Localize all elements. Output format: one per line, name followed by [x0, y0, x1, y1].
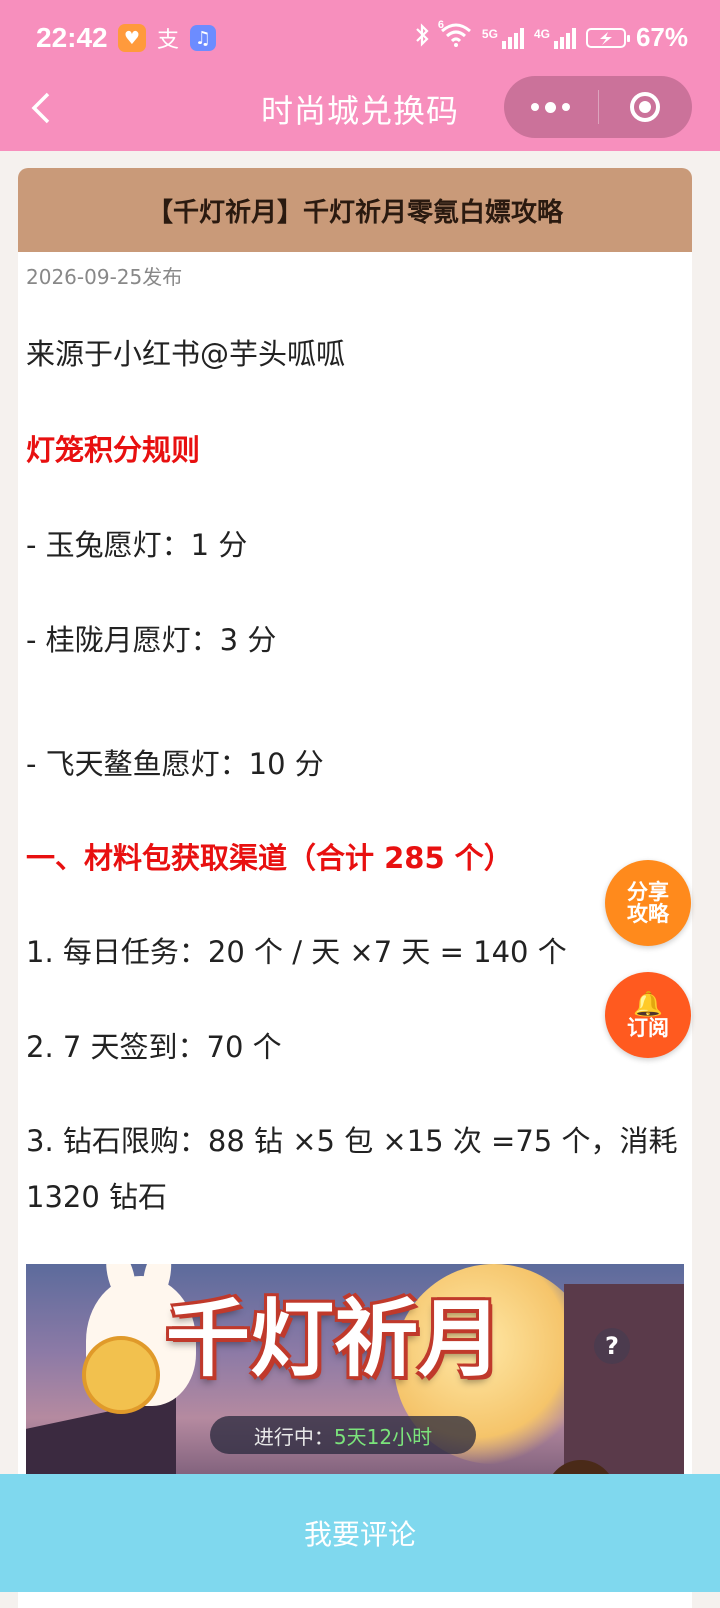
battery-percent: 67% [635, 22, 688, 52]
article-title: 【千灯祈月】千灯祈月零氪白嫖攻略 [18, 168, 692, 252]
more-dots-icon [531, 101, 571, 113]
share-guide-button[interactable]: 分享 攻略 [605, 860, 691, 946]
progress-label: 进行中： [253, 1424, 334, 1449]
alipay-icon: 支 [156, 28, 179, 53]
more-button[interactable] [504, 76, 598, 138]
material-line: 1. 每日任务：20 个 / 天 ×7 天 = 140 个 [26, 935, 567, 969]
status-time: 22:42 [36, 22, 108, 53]
status-app-icons: ♥ 支 ♫ [118, 24, 216, 53]
bluetooth-icon [414, 22, 430, 53]
article-card: 【千灯祈月】千灯祈月零氪白嫖攻略 2026-09-25发布 来源于小红书@芋头呱… [18, 168, 692, 1608]
mooncake-illustration [82, 1336, 160, 1414]
progress-pill: 进行中： 5天12小时 [210, 1416, 476, 1454]
music-app-icon: ♫ [190, 25, 216, 51]
share-label-2: 攻略 [627, 902, 669, 926]
close-miniprogram-button[interactable] [599, 76, 693, 138]
comment-label: 我要评论 [303, 1518, 416, 1551]
event-banner-image: 千灯祈月 ? 进行中： 5天12小时 [26, 1264, 684, 1484]
wifi-icon: 6 [438, 19, 472, 52]
signal-5g-icon: 5G [482, 27, 524, 49]
rule-item: - 玉兔愿灯：1 分 [26, 528, 248, 562]
subscribe-label: 订阅 [627, 1016, 669, 1040]
section-heading-rules: 灯笼积分规则 [26, 433, 201, 467]
material-line-cont: 1320 钻石 [26, 1180, 168, 1214]
top-bar: 22:42 ♥ 支 ♫ 6 5G 4G 67% 时尚城兑换码 [0, 0, 720, 151]
help-icon: ? [594, 1328, 630, 1364]
rule-item: - 桂陇月愿灯：3 分 [26, 623, 277, 657]
wifi-band-label: 6 [437, 19, 445, 31]
progress-value: 5天12小时 [333, 1424, 433, 1449]
publish-date: 2026-09-25发布 [26, 265, 183, 289]
status-indicators: 6 5G 4G 67% [414, 19, 688, 53]
subscribe-button[interactable]: 🔔 订阅 [605, 972, 691, 1058]
miniprogram-capsule [504, 76, 692, 138]
article-source: 来源于小红书@芋头呱呱 [26, 337, 346, 371]
target-icon [630, 92, 661, 122]
banner-title: 千灯祈月 [166, 1289, 503, 1388]
share-label-1: 分享 [627, 880, 669, 904]
material-line: 2. 7 天签到：70 个 [26, 1030, 282, 1064]
section-heading-materials: 一、材料包获取渠道（合计 285 个） [26, 841, 513, 875]
heart-app-icon: ♥ [118, 24, 146, 52]
comment-button[interactable]: 我要评论 [0, 1474, 720, 1592]
bell-icon: 🔔 [633, 990, 663, 1018]
material-line: 3. 钻石限购：88 钻 ×5 包 ×15 次 =75 个，消耗 [26, 1124, 678, 1158]
signal-4g-icon: 4G [534, 27, 576, 49]
rule-item: - 飞天鳌鱼愿灯：10 分 [26, 747, 324, 781]
battery-icon [585, 27, 630, 48]
